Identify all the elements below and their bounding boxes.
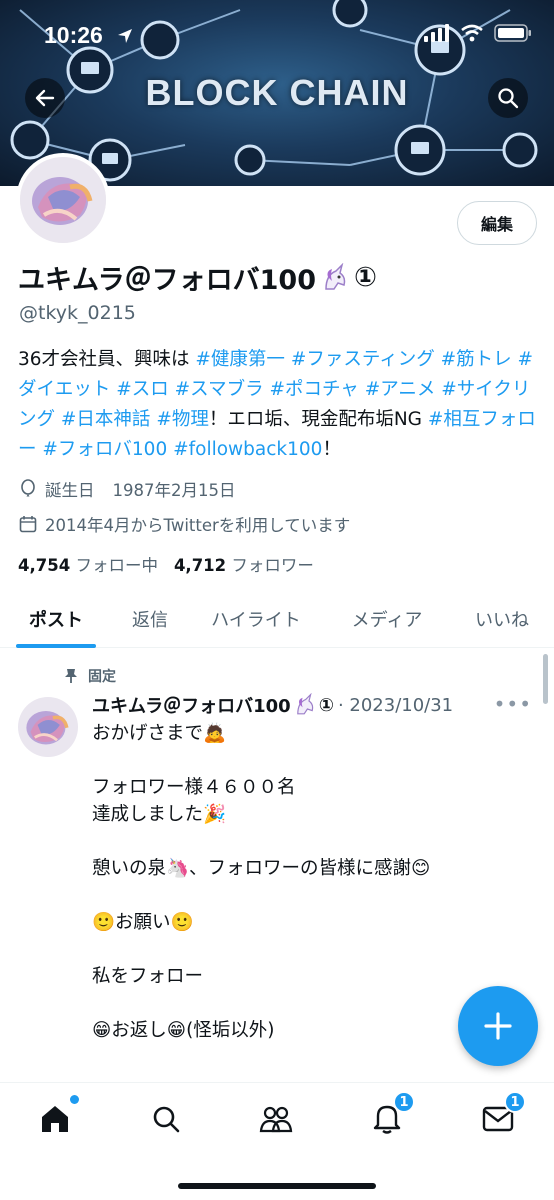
post-line — [92, 882, 532, 909]
birthday-row: 誕生日 1987年2月15日 — [19, 477, 236, 501]
home-indicator — [178, 1183, 376, 1189]
followers-label: フォロワー — [231, 556, 314, 575]
birthday-value: 1987年2月15日 — [112, 481, 236, 500]
home-notification-dot — [70, 1095, 79, 1104]
post-author-suffix: ① — [318, 694, 334, 716]
nav-messages[interactable]: 1 — [478, 1091, 526, 1139]
post-avatar[interactable] — [18, 697, 78, 757]
unicorn-icon — [296, 693, 313, 715]
wifi-icon — [461, 24, 483, 42]
tab-highlights[interactable]: ハイライト — [188, 590, 324, 648]
profile-name-suffix: ① — [354, 262, 377, 293]
hashtag-link[interactable]: #アニメ — [365, 379, 436, 400]
joined-row: 2014年4月からTwitterを利用しています — [19, 512, 350, 536]
bio-text: ！エロ垢、現金配布垢NG — [208, 409, 428, 430]
profile-avatar[interactable] — [16, 153, 110, 247]
hashtag-link[interactable]: #物理 — [156, 409, 209, 430]
hashtag-link[interactable]: #筋トレ — [441, 349, 512, 370]
hashtag-link[interactable]: #健康第一 — [195, 349, 285, 370]
hashtag-link[interactable]: #スマブラ — [175, 379, 264, 400]
post-text: おかげさまで🙇 フォロワー様４６００名 達成しました🎉 憩いの泉🦄、フォロワーの皆様に… — [92, 720, 532, 1044]
avatar-image — [18, 697, 78, 757]
avatar-image — [20, 157, 106, 243]
profile-handle: @tkyk_0215 — [19, 302, 136, 324]
more-options-icon[interactable]: ••• — [494, 692, 532, 716]
nav-search[interactable] — [146, 1099, 186, 1139]
profile-tabs: ポスト 返信 ハイライト メディア いいね — [0, 590, 554, 648]
hashtag-link[interactable]: #日本神話 — [61, 409, 151, 430]
hashtag-link[interactable]: #ファスティング — [291, 349, 435, 370]
nav-home[interactable] — [35, 1095, 79, 1139]
tab-posts[interactable]: ポスト — [0, 590, 112, 648]
post-line: 私をフォロー — [92, 966, 204, 987]
post-line: 達成しました🎉 — [92, 804, 227, 825]
pinned-label: 固定 — [88, 669, 116, 685]
battery-icon — [494, 24, 531, 42]
hashtag-link[interactable]: #スロ — [116, 379, 169, 400]
post-line — [92, 936, 532, 963]
post-line — [92, 828, 532, 855]
home-icon — [42, 1106, 68, 1132]
hashtag-link[interactable]: #ポコチャ — [269, 379, 358, 400]
post-date[interactable]: · 2023/10/31 — [338, 695, 453, 716]
followers-count: 4,712 — [173, 556, 227, 575]
tab-likes[interactable]: いいね — [450, 590, 554, 648]
pin-icon — [65, 669, 77, 683]
post-line — [92, 747, 532, 774]
profile-name-text: ユキムラ＠フォロバ100 — [18, 265, 317, 296]
nav-notifications[interactable]: 1 — [367, 1091, 415, 1139]
edit-profile-button[interactable]: 編集 — [457, 201, 537, 245]
joined-text: 2014年4月からTwitterを利用しています — [45, 516, 351, 535]
post-header: ユキムラ＠フォロバ100 ① · 2023/10/31 — [92, 692, 512, 718]
following-label: フォロー中 — [75, 556, 158, 575]
unicorn-icon — [325, 262, 346, 290]
search-icon — [153, 1106, 180, 1133]
status-time: 10:26 — [44, 22, 103, 48]
followers-link[interactable]: 4,712 フォロワー — [174, 552, 314, 576]
tab-media[interactable]: メディア — [324, 590, 450, 648]
following-count: 4,754 — [18, 556, 71, 575]
post-line: フォロワー様４６００名 — [92, 777, 296, 798]
location-arrow-icon — [118, 29, 132, 43]
back-arrow-icon — [35, 89, 55, 107]
balloon-icon — [21, 479, 35, 497]
search-button[interactable] — [488, 78, 528, 118]
communities-icon — [259, 1106, 293, 1133]
bio-text: ！ — [322, 439, 341, 460]
follow-stats: 4,754 フォロー中 4,712 フォロワー — [18, 552, 314, 576]
banner-title: BLOCK CHAIN — [145, 72, 409, 113]
cellular-signal-icon — [424, 24, 449, 42]
nav-communities[interactable] — [256, 1099, 296, 1139]
birthday-label: 誕生日 — [45, 481, 95, 500]
tab-replies[interactable]: 返信 — [112, 590, 188, 648]
calendar-icon — [19, 516, 37, 533]
pinned-indicator: 固定 — [64, 666, 116, 686]
notifications-badge: 1 — [393, 1091, 415, 1113]
post-line: 憩いの泉🦄、フォロワーの皆様に感謝😊 — [92, 858, 431, 879]
profile-bio: 36才会社員、興味は #健康第一 #ファスティング #筋トレ #ダイエット #ス… — [18, 345, 538, 465]
post-line: おかげさまで🙇 — [92, 723, 227, 744]
post-author[interactable]: ユキムラ＠フォロバ100 — [92, 692, 291, 718]
messages-badge: 1 — [504, 1091, 526, 1113]
following-link[interactable]: 4,754 フォロー中 — [18, 552, 158, 576]
hashtag-link[interactable]: #フォロバ100 — [42, 439, 167, 460]
scrollbar[interactable] — [543, 654, 548, 704]
status-indicators — [424, 24, 532, 42]
search-icon — [498, 88, 519, 109]
plus-icon — [484, 1012, 512, 1040]
compose-button[interactable] — [458, 986, 538, 1066]
profile-name: ユキムラ＠フォロバ100 ① — [18, 258, 377, 297]
back-button[interactable] — [25, 78, 65, 118]
bio-text: 36才会社員、興味は — [18, 349, 196, 370]
post-line: 🙂お願い🙂 — [92, 912, 194, 933]
hashtag-link[interactable]: #followback100 — [173, 439, 322, 460]
